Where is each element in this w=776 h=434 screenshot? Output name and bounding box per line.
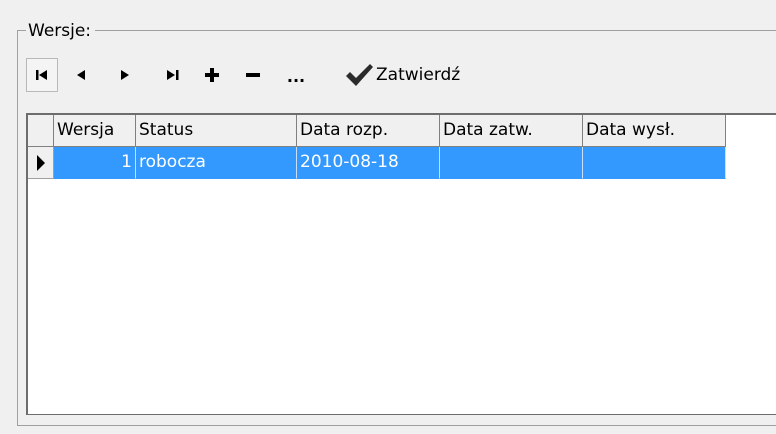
triangle-right-icon xyxy=(121,70,129,80)
column-header-data-zatw[interactable]: Data zatw. xyxy=(440,115,583,147)
column-header-wersja[interactable]: Wersja xyxy=(54,115,136,147)
column-header-status[interactable]: Status xyxy=(136,115,297,147)
confirm-label: Zatwierdź xyxy=(376,65,461,85)
groupbox-title: Wersje: xyxy=(26,21,96,41)
last-record-button[interactable] xyxy=(160,58,186,92)
edit-record-button[interactable]: ... xyxy=(283,58,309,92)
versions-grid[interactable]: Wersja Status Data rozp. Data zatw. Data… xyxy=(26,113,776,415)
row-pointer-icon xyxy=(36,154,45,171)
navigator-toolbar: ... Zatwierdź xyxy=(26,58,506,92)
column-header-data-rozp[interactable]: Data rozp. xyxy=(297,115,440,147)
skip-last-icon xyxy=(167,70,179,80)
plus-icon xyxy=(205,68,219,82)
indicator-header xyxy=(28,115,54,147)
first-record-button[interactable] xyxy=(26,58,58,92)
grid-header-row: Wersja Status Data rozp. Data zatw. Data… xyxy=(28,115,726,147)
skip-first-icon xyxy=(36,70,47,80)
table-row[interactable]: 1 robocza 2010-08-18 xyxy=(28,147,726,179)
delete-record-button[interactable] xyxy=(241,58,265,92)
next-record-button[interactable] xyxy=(112,58,138,92)
checkmark-icon xyxy=(346,64,373,86)
confirm-button[interactable]: Zatwierdź xyxy=(344,58,460,92)
ellipsis-icon: ... xyxy=(286,67,306,86)
cell-data-rozp[interactable]: 2010-08-18 xyxy=(297,147,440,179)
row-indicator[interactable] xyxy=(28,147,54,179)
cell-wersja[interactable]: 1 xyxy=(54,147,136,179)
insert-record-button[interactable] xyxy=(200,58,224,92)
cell-data-wysl[interactable] xyxy=(583,147,726,179)
prior-record-button[interactable] xyxy=(68,58,94,92)
cell-data-zatw[interactable] xyxy=(440,147,583,179)
triangle-left-icon xyxy=(77,70,85,80)
cell-status[interactable]: robocza xyxy=(136,147,297,179)
minus-icon xyxy=(246,73,260,77)
column-header-data-wysl[interactable]: Data wysł. xyxy=(583,115,726,147)
